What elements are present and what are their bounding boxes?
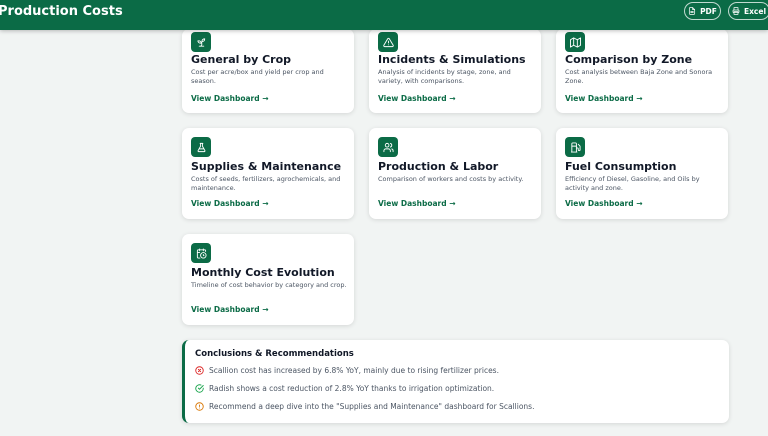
conclusions-panel: Conclusions & Recommendations Scallion c… (182, 340, 729, 423)
card-description: Analysis of incidents by stage, zone, an… (378, 68, 511, 85)
view-dashboard-link[interactable]: View Dashboard → (565, 94, 643, 103)
card-title: Monthly Cost Evolution (191, 266, 335, 279)
card-description: Cost analysis between Baja Zone and Sono… (565, 68, 713, 85)
card-description: Costs of seeds, fertilizers, agrochemica… (191, 175, 341, 192)
users-icon (378, 137, 398, 157)
card-description: Comparison of workers and costs by activ… (378, 175, 524, 183)
card-title: Incidents & Simulations (378, 53, 526, 66)
card-description: Cost per acre/box and yield per crop and… (191, 68, 324, 85)
card-title: Comparison by Zone (565, 53, 693, 66)
dashboard-card-comparison-by-zone[interactable]: Comparison by Zone Cost analysis between… (556, 29, 728, 113)
card-description: Timeline of cost behavior by category an… (191, 281, 347, 289)
conclusions-title: Conclusions & Recommendations (195, 349, 354, 359)
view-dashboard-link[interactable]: View Dashboard → (191, 305, 269, 314)
view-dashboard-link[interactable]: View Dashboard → (565, 199, 643, 208)
card-title: Supplies & Maintenance (191, 160, 342, 173)
check-circle-icon (195, 384, 204, 393)
view-dashboard-link[interactable]: View Dashboard → (191, 94, 269, 103)
view-dashboard-link[interactable]: View Dashboard → (191, 199, 269, 208)
conclusion-item: Scallion cost has increased by 6.8% YoY,… (195, 366, 499, 375)
conclusion-text: Recommend a deep dive into the "Supplies… (209, 402, 535, 411)
fuel-pump-icon (565, 137, 585, 157)
dashboard-card-incidents-simulations[interactable]: Incidents & Simulations Analysis of inci… (369, 29, 541, 113)
card-title: General by Crop (191, 53, 292, 66)
card-title: Fuel Consumption (565, 160, 677, 173)
warning-triangle-icon (378, 32, 398, 52)
export-pdf-button[interactable]: PDF (684, 2, 721, 20)
view-dashboard-link[interactable]: View Dashboard → (378, 199, 456, 208)
file-icon (689, 7, 696, 15)
view-dashboard-link[interactable]: View Dashboard → (378, 94, 456, 103)
conclusion-text: Radish shows a cost reduction of 2.8% Yo… (209, 384, 495, 393)
map-icon (565, 32, 585, 52)
card-description: Efficiency of Diesel, Gasoline, and Oils… (565, 175, 700, 192)
dashboard-card-monthly-cost-evolution[interactable]: Monthly Cost Evolution Timeline of cost … (182, 234, 354, 325)
conclusion-text: Scallion cost has increased by 6.8% YoY,… (209, 366, 499, 375)
flask-icon (191, 137, 211, 157)
conclusion-item: Recommend a deep dive into the "Supplies… (195, 402, 534, 411)
dashboard-card-general-by-crop[interactable]: General by Crop Cost per acre/box and yi… (182, 29, 354, 113)
conclusion-item: Radish shows a cost reduction of 2.8% Yo… (195, 384, 494, 393)
calendar-clock-icon (191, 243, 211, 263)
sprout-icon (191, 32, 211, 52)
export-excel-button[interactable]: Excel (728, 2, 768, 20)
dashboard-card-supplies-maintenance[interactable]: Supplies & Maintenance Costs of seeds, f… (182, 128, 354, 219)
app-header: Production Costs PDF Excel (0, 0, 768, 30)
alert-circle-icon (195, 402, 204, 411)
page-title: Production Costs (0, 4, 123, 19)
dashboard-card-fuel-consumption[interactable]: Fuel Consumption Efficiency of Diesel, G… (556, 128, 728, 219)
x-circle-icon (195, 366, 204, 375)
export-excel-label: Excel (743, 6, 767, 16)
dashboard-card-production-labor[interactable]: Production & Labor Comparison of workers… (369, 128, 541, 219)
printer-icon (732, 7, 740, 15)
card-title: Production & Labor (378, 160, 499, 173)
export-pdf-label: PDF (700, 6, 717, 16)
